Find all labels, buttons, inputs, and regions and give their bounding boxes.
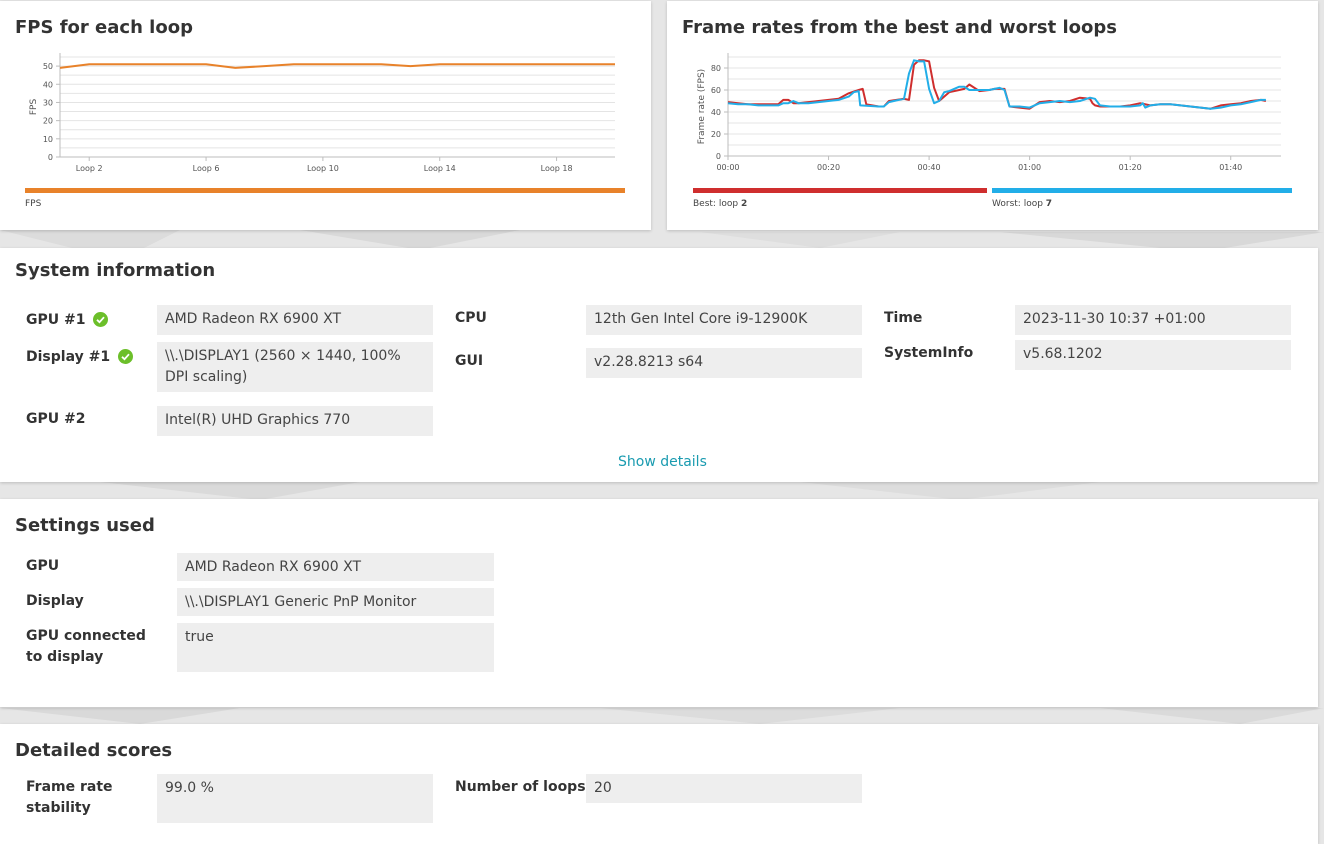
settings-used-panel: Settings used GPU AMD Radeon RX 6900 XT … — [0, 499, 1318, 707]
worst-loop-legend-label: Worst: loop 7 — [992, 199, 1052, 209]
display1-label: Display #1 — [26, 347, 133, 368]
frame-rate-stability-value: 99.0 % — [157, 774, 433, 823]
check-circle-icon — [93, 312, 109, 327]
best-loop-number: 2 — [740, 199, 748, 209]
y-tick-label: 20 — [43, 117, 53, 126]
gui-label: GUI — [455, 353, 484, 369]
gpu1-label-text: GPU #1 — [26, 312, 86, 328]
frame-rate-stability-label: Frame rate stability — [26, 779, 113, 816]
detailed-scores-title: Detailed scores — [15, 740, 173, 761]
detailed-scores-panel: Detailed scores Frame rate stability 99.… — [0, 724, 1318, 844]
cpu-value: 12th Gen Intel Core i9-12900K — [586, 305, 862, 335]
x-tick-label: Loop 10 — [307, 164, 339, 173]
number-of-loops-value: 20 — [586, 774, 862, 803]
cpu-label: CPU — [455, 310, 487, 326]
gpu-connected-label: GPU connected to display — [26, 628, 146, 665]
settings-gpu-label: GPU — [26, 558, 60, 574]
display1-value: \\.\DISPLAY1 (2560 × 1440, 100% DPI scal… — [157, 342, 433, 392]
x-tick-label: Loop 18 — [541, 164, 573, 173]
y-tick-label: 40 — [711, 108, 721, 117]
gpu1-label: GPU #1 — [26, 310, 109, 331]
best-worst-chart: 0 20 40 60 80 00:00 00:20 00:40 01:00 01:20 01:40 F… — [697, 53, 1281, 172]
settings-gpu-value: AMD Radeon RX 6900 XT — [177, 553, 494, 581]
systeminfo-value: v5.68.1202 — [1015, 340, 1291, 370]
best-worst-panel: Frame rates from the best and worst loop… — [667, 1, 1318, 230]
fps-legend-bar[interactable] — [25, 188, 625, 193]
gpu-connected-value: true — [177, 623, 494, 672]
y-axis-label: FPS — [29, 99, 39, 116]
best-loop-legend-label: Best: loop 2 — [693, 199, 747, 209]
fps-per-loop-chart: 0 10 20 30 40 50 Loop 2 Loop 6 Loop 10 Loop 14 Loo… — [29, 53, 615, 173]
x-tick-label: 01:40 — [1219, 163, 1242, 172]
y-tick-label: 20 — [711, 130, 721, 139]
gpu1-value: AMD Radeon RX 6900 XT — [157, 305, 433, 335]
systeminfo-label: SystemInfo — [884, 345, 974, 361]
settings-used-title: Settings used — [15, 515, 155, 536]
x-tick-label: 00:00 — [716, 163, 739, 172]
x-tick-label: Loop 14 — [424, 164, 456, 173]
worst-loop-number: 7 — [1045, 199, 1053, 209]
x-tick-label: 00:20 — [817, 163, 840, 172]
settings-display-label: Display — [26, 593, 84, 609]
gpu2-value: Intel(R) UHD Graphics 770 — [157, 406, 433, 436]
fps-per-loop-panel: FPS for each loop 0 10 20 30 40 50 Loop 2 Loop … — [0, 1, 651, 230]
gpu2-label: GPU #2 — [26, 411, 86, 427]
worst-loop-legend-bar[interactable] — [992, 188, 1292, 193]
y-tick-label: 0 — [48, 153, 53, 162]
y-tick-label: 0 — [716, 152, 721, 161]
x-tick-label: 01:20 — [1119, 163, 1142, 172]
settings-display-value: \\.\DISPLAY1 Generic PnP Monitor — [177, 588, 494, 616]
y-tick-label: 30 — [43, 98, 53, 107]
system-information-panel: System information GPU #1 AMD Radeon RX … — [0, 248, 1318, 482]
y-tick-label: 60 — [711, 86, 721, 95]
check-circle-icon — [117, 349, 133, 364]
y-tick-label: 40 — [43, 80, 53, 89]
best-loop-legend-bar[interactable] — [693, 188, 987, 193]
y-tick-label: 10 — [43, 135, 53, 144]
show-details-link[interactable]: Show details — [618, 454, 707, 470]
y-axis-label: Frame rate (FPS) — [697, 69, 707, 144]
fps-legend-label: FPS — [25, 199, 42, 209]
time-value: 2023-11-30 10:37 +01:00 — [1015, 305, 1291, 335]
display1-label-text: Display #1 — [26, 349, 111, 365]
y-tick-label: 50 — [43, 62, 53, 71]
x-tick-label: 00:40 — [918, 163, 941, 172]
worst-loop-prefix: Worst: loop — [992, 199, 1043, 209]
number-of-loops-label: Number of loops — [455, 779, 586, 795]
system-information-title: System information — [15, 260, 216, 281]
gui-value: v2.28.8213 s64 — [586, 348, 862, 378]
x-tick-label: 01:00 — [1018, 163, 1041, 172]
y-tick-label: 80 — [711, 64, 721, 73]
x-tick-label: Loop 2 — [76, 164, 103, 173]
time-label: Time — [884, 310, 923, 326]
x-tick-label: Loop 6 — [193, 164, 220, 173]
best-loop-prefix: Best: loop — [693, 199, 739, 209]
